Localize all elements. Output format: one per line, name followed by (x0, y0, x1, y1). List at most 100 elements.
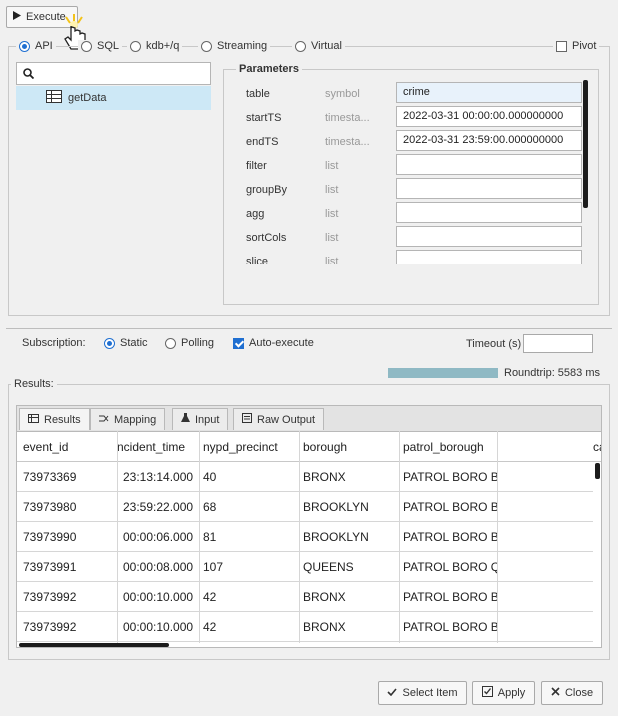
param-value-input[interactable] (396, 250, 582, 264)
param-value-input[interactable] (396, 202, 582, 223)
table-row[interactable]: 73973991 00:00:08.000 107 QUEENS PATROL … (17, 552, 593, 582)
splitter[interactable] (6, 328, 612, 329)
radio-off-icon (201, 40, 212, 52)
checkbox-checked-icon (233, 337, 244, 349)
radio-on-icon (104, 337, 115, 349)
radio-off-icon (295, 40, 306, 52)
select-item-button[interactable]: Select Item (378, 681, 467, 705)
select-item-label: Select Item (402, 687, 458, 699)
cell-incident-time: 00:00:10.000 (123, 590, 194, 604)
pivot-checkbox[interactable]: Pivot (553, 40, 600, 52)
mode-api-radio[interactable]: API (16, 40, 56, 52)
cell-patrol-borough: PATROL BORO Q (403, 560, 497, 574)
tab-results[interactable]: Results (19, 408, 90, 430)
column-header[interactable]: nypd_precinct (203, 440, 299, 454)
column-header[interactable]: borough (303, 440, 399, 454)
param-value-input[interactable]: 2022-03-31 23:59:00.000000000 (396, 130, 582, 151)
table-row[interactable]: 73973992 00:00:10.000 42 BRONX PATROL BO… (17, 582, 593, 612)
parameters-scrollbar[interactable] (583, 80, 588, 208)
param-type: list (325, 208, 339, 220)
param-row-startts: startTS timesta... 2022-03-31 00:00:00.0… (224, 106, 588, 130)
vertical-scrollbar[interactable] (595, 463, 600, 479)
mode-kdb-label: kdb+/q (146, 40, 180, 52)
table-row[interactable]: 73973369 23:13:14.000 40 BRONX PATROL BO… (17, 462, 593, 492)
roundtrip-progress-bar (388, 368, 498, 378)
cell-borough: BROOKLYN (303, 530, 369, 544)
parameters-legend: Parameters (236, 63, 302, 75)
mode-kdb-radio[interactable]: kdb+/q (127, 40, 183, 52)
horizontal-scrollbar[interactable] (19, 643, 169, 647)
param-name: filter (246, 160, 267, 172)
table-row[interactable]: 73973990 00:00:06.000 81 BROOKLYN PATROL… (17, 522, 593, 552)
param-value-input[interactable]: crime (396, 82, 582, 103)
cell-patrol-borough: PATROL BORO B (403, 500, 497, 514)
timeout-label: Timeout (s) (466, 338, 522, 350)
mode-virtual-radio[interactable]: Virtual (292, 40, 345, 52)
tree-item-getdata[interactable]: getData (16, 86, 211, 110)
param-value-input[interactable]: 2022-03-31 00:00:00.000000000 (396, 106, 582, 127)
mapping-icon (99, 414, 109, 426)
cell-precinct: 42 (203, 590, 217, 604)
subscription-label: Subscription: (22, 337, 86, 349)
param-type: timesta... (325, 136, 370, 148)
tree-item-label: getData (68, 92, 107, 104)
close-label: Close (564, 687, 594, 699)
close-button[interactable]: Close (541, 681, 603, 705)
cell-patrol-borough: PATROL BORO B (403, 470, 497, 484)
polling-radio[interactable]: Polling (165, 337, 214, 349)
mode-streaming-label: Streaming (217, 40, 268, 52)
parameters-list: table symbol crime startTS timesta... 20… (224, 82, 588, 264)
cell-precinct: 81 (203, 530, 217, 544)
cell-incident-time: 00:00:08.000 (123, 560, 194, 574)
cell-precinct: 40 (203, 470, 217, 484)
column-header[interactable]: patrol_borough (403, 440, 499, 454)
table-row[interactable]: 73973992 00:00:10.000 42 BRONX PATROL BO… (17, 612, 593, 642)
cell-event-id: 73973992 (23, 620, 77, 634)
static-label: Static (120, 337, 148, 349)
cell-precinct: 68 (203, 500, 217, 514)
param-type: list (325, 256, 339, 264)
table-row[interactable]: 73973980 23:59:22.000 68 BROOKLYN PATROL… (17, 492, 593, 522)
apply-label: Apply (497, 687, 526, 699)
cell-incident-time: 23:59:22.000 (123, 500, 194, 514)
column-header[interactable]: ca (593, 440, 601, 454)
cell-borough: BROOKLYN (303, 500, 369, 514)
tab-raw-output[interactable]: Raw Output (233, 408, 325, 430)
auto-execute-checkbox[interactable]: Auto-execute (233, 337, 314, 349)
cell-borough: QUEENS (303, 560, 354, 574)
param-type: symbol (325, 88, 360, 100)
table-icon (46, 90, 62, 106)
static-radio[interactable]: Static (104, 337, 148, 349)
search-input[interactable] (16, 62, 211, 85)
param-type: timesta... (325, 112, 370, 124)
param-value-input[interactable] (396, 226, 582, 247)
param-name: agg (246, 208, 265, 220)
cell-incident-time: 00:00:10.000 (123, 620, 194, 634)
table-icon (28, 413, 39, 426)
check-icon (387, 687, 398, 699)
tab-mapping[interactable]: Mapping (90, 408, 166, 430)
apply-button[interactable]: Apply (472, 681, 535, 705)
cell-borough: BRONX (303, 620, 346, 634)
param-row-table: table symbol crime (224, 82, 588, 106)
mode-sql-radio[interactable]: SQL (78, 40, 123, 52)
cell-patrol-borough: PATROL BORO B (403, 590, 497, 604)
cell-patrol-borough: PATROL BORO B (403, 620, 497, 634)
roundtrip-label: Roundtrip: 5583 ms (504, 367, 600, 379)
param-value-input[interactable] (396, 154, 582, 175)
column-header[interactable]: event_id (23, 440, 113, 454)
timeout-input[interactable] (523, 334, 593, 353)
param-row-groupby: groupBy list (224, 178, 588, 202)
param-value-input[interactable] (396, 178, 582, 199)
param-type: list (325, 184, 339, 196)
param-name: table (246, 88, 270, 100)
param-row-sortcols: sortCols list (224, 226, 588, 250)
tab-mapping-label: Mapping (114, 413, 157, 426)
flask-icon (181, 413, 190, 426)
cell-event-id: 73973980 (23, 500, 77, 514)
polling-label: Polling (181, 337, 215, 349)
tab-input[interactable]: Input (172, 408, 229, 430)
column-header[interactable]: ncident_time (117, 440, 199, 454)
mode-streaming-radio[interactable]: Streaming (198, 40, 271, 52)
results-legend: Results: (11, 378, 57, 390)
